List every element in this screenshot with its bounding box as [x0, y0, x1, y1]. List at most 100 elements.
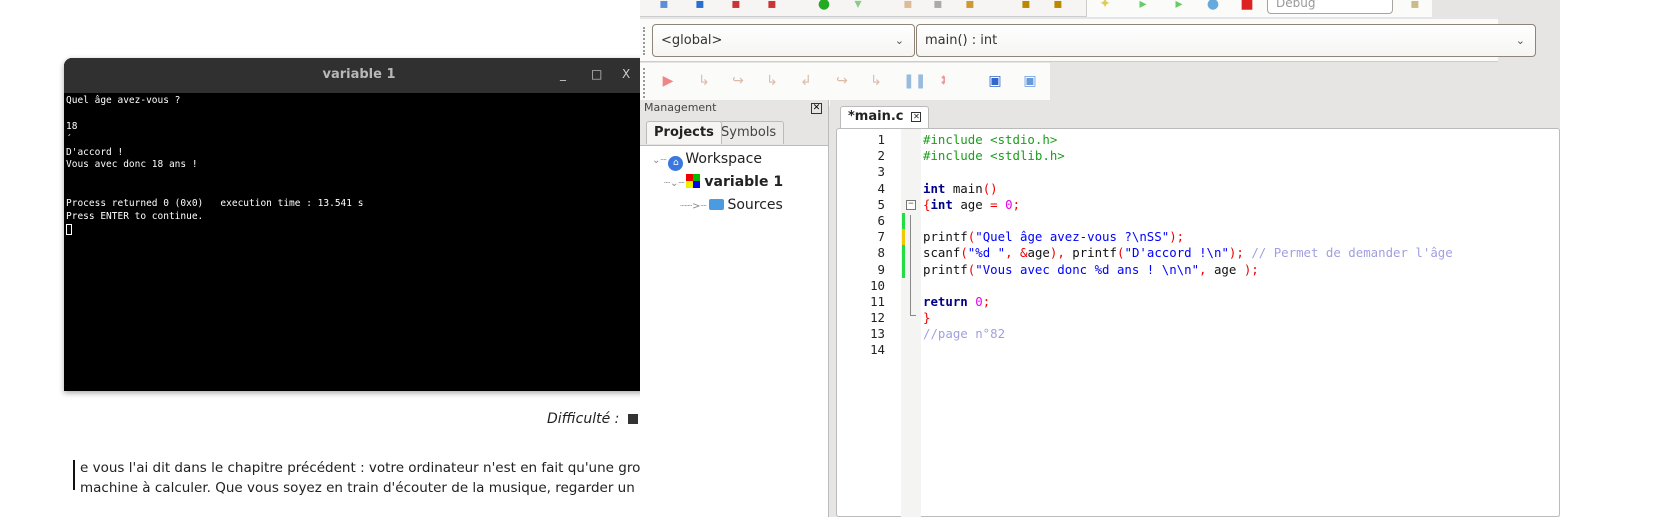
close-panel-icon[interactable]: ✕: [811, 103, 822, 114]
code-token: age: [1206, 261, 1244, 277]
code-completion-toolbar: <global> ⌄ main() : int ⌄: [640, 19, 1536, 62]
code-token: );: [1243, 261, 1259, 277]
tab-symbols[interactable]: Symbols: [713, 121, 785, 144]
expand-arrow-icon[interactable]: ⌄┈: [652, 155, 666, 166]
code-text: {int age = 0;: [923, 197, 1020, 213]
chevron-down-icon: ⌄: [894, 34, 904, 47]
code-token: // Permet de demander l'âge: [1251, 245, 1453, 261]
build-run-icon[interactable]: ▸: [1171, 0, 1187, 12]
run-icon[interactable]: ▸: [1135, 0, 1151, 12]
code-line: 10: [837, 278, 1557, 294]
code-text: }: [923, 310, 930, 326]
line-number: 6: [877, 212, 885, 228]
editor-area: *main.c ✕ 1 #include <stdio.h> 2 #include <s…: [830, 100, 1560, 517]
paragraph-line: machine à calculer. Que vous soyez en tr…: [80, 480, 635, 496]
terminal-titlebar: variable 1 _ □ X: [64, 58, 654, 93]
function-value: main() : int: [925, 33, 998, 48]
code-text: return 0;: [923, 294, 990, 310]
workspace-label: Workspace: [685, 151, 762, 167]
collapse-arrow-icon[interactable]: ┈┈>┈: [680, 201, 706, 212]
abort-icon[interactable]: ■: [1239, 0, 1255, 12]
line-number: 11: [870, 293, 885, 309]
tree-item-workspace[interactable]: ⌄┈ ⌂ Workspace: [652, 151, 762, 171]
line-number: 7: [877, 229, 885, 245]
drop-cap-bar: [73, 460, 75, 490]
build-target-select[interactable]: Debug: [1267, 0, 1393, 14]
next-instruction-icon[interactable]: ↪: [834, 73, 850, 89]
terminal-line: 18: [66, 120, 78, 132]
difficulty-label: Difficulté :: [547, 411, 620, 427]
close-tab-icon[interactable]: ✕: [911, 111, 922, 122]
code-token: ;: [982, 293, 991, 309]
code-token: (): [982, 180, 998, 196]
management-title: Management: [644, 101, 717, 114]
code-token: scanf: [923, 245, 961, 261]
code-token: #include <stdlib.h>: [923, 148, 1065, 164]
code-token: int: [923, 180, 946, 196]
copy-icon[interactable]: ▪: [930, 0, 946, 12]
code-token: #include <stdio.h>: [923, 132, 1058, 147]
fold-toggle-icon[interactable]: −: [906, 199, 916, 210]
code-token: int: [930, 196, 953, 212]
replace-icon[interactable]: ▪: [1050, 0, 1066, 12]
step-out-icon[interactable]: ↲: [798, 73, 814, 89]
tree-item-project[interactable]: ┈⌄┈ variable 1: [664, 174, 783, 190]
paste-icon[interactable]: ▪: [962, 0, 978, 12]
rebuild-icon[interactable]: ●: [1205, 0, 1221, 12]
code-token: (: [960, 245, 968, 261]
line-number: 13: [870, 326, 885, 342]
toolbar-grip[interactable]: [643, 68, 646, 98]
terminal-line: ´: [66, 133, 72, 145]
cut-icon[interactable]: ▪: [900, 0, 916, 12]
code-line: 9 printf("Vous avec donc %d ans ! \n\n", …: [837, 261, 1557, 278]
code-editor[interactable]: 1 #include <stdio.h> 2 #include <stdlib.h> 3…: [836, 128, 1560, 517]
step-into-icon[interactable]: ↳: [764, 73, 780, 89]
toolbar-grip[interactable]: [643, 27, 646, 55]
editor-tab-label: *main.c: [848, 109, 904, 124]
debug-windows-icon[interactable]: ▣: [987, 73, 1003, 89]
open-icon[interactable]: ▪: [692, 0, 708, 12]
next-line-icon[interactable]: ↪: [730, 73, 746, 89]
scope-select[interactable]: <global> ⌄: [652, 24, 915, 57]
build-icon[interactable]: ✦: [1097, 0, 1113, 12]
code-token: );: [1228, 245, 1244, 261]
change-marker: [902, 261, 905, 278]
info-icon[interactable]: ▣: [1022, 73, 1038, 89]
scope-value: <global>: [661, 33, 723, 48]
line-number: 9: [877, 261, 885, 277]
document-paragraph: e vous l'ai dit dans le chapitre précéde…: [80, 458, 640, 498]
workspace-icon: ⌂: [668, 156, 684, 171]
function-select[interactable]: main() : int ⌄: [916, 24, 1536, 57]
code-text: int main(): [923, 181, 998, 197]
pause-icon[interactable]: ❚❚: [903, 73, 926, 89]
debug-start-icon[interactable]: ▶: [660, 73, 676, 89]
step-into-instruction-icon[interactable]: ↳: [868, 73, 884, 89]
code-text: scanf("%d ", &age), printf("D'accord !\n…: [923, 245, 1453, 261]
save-icon[interactable]: ▪: [728, 0, 744, 12]
code-line: 12}: [837, 310, 1557, 326]
new-file-icon[interactable]: ▪: [656, 0, 672, 12]
line-number: 12: [870, 310, 885, 326]
terminal-cursor: [66, 223, 72, 235]
code-lines: 1 #include <stdio.h> 2 #include <stdlib.h> 3…: [837, 132, 1557, 359]
terminal-window: variable 1 _ □ X Quel âge avez-vous ? 18 ´…: [64, 58, 654, 391]
undo-icon[interactable]: ●: [816, 0, 832, 12]
maximize-button[interactable]: □: [591, 67, 602, 81]
expand-arrow-icon[interactable]: ┈⌄┈: [664, 178, 684, 189]
tree-item-sources[interactable]: ┈┈>┈ Sources: [680, 197, 783, 213]
code-token: }: [923, 310, 931, 326]
save-all-icon[interactable]: ▪: [764, 0, 780, 12]
code-token: printf: [923, 261, 968, 277]
minimize-button[interactable]: _: [560, 67, 566, 81]
find-icon[interactable]: ▪: [1018, 0, 1034, 12]
code-token: printf: [923, 229, 968, 245]
editor-tab-main-c[interactable]: *main.c ✕: [840, 106, 930, 128]
tab-projects[interactable]: Projects: [646, 121, 722, 144]
redo-icon[interactable]: ▾: [850, 0, 866, 12]
target-options-icon[interactable]: ▪: [1407, 0, 1423, 12]
close-button[interactable]: X: [622, 67, 630, 81]
run-to-cursor-icon[interactable]: ↳: [696, 73, 712, 89]
